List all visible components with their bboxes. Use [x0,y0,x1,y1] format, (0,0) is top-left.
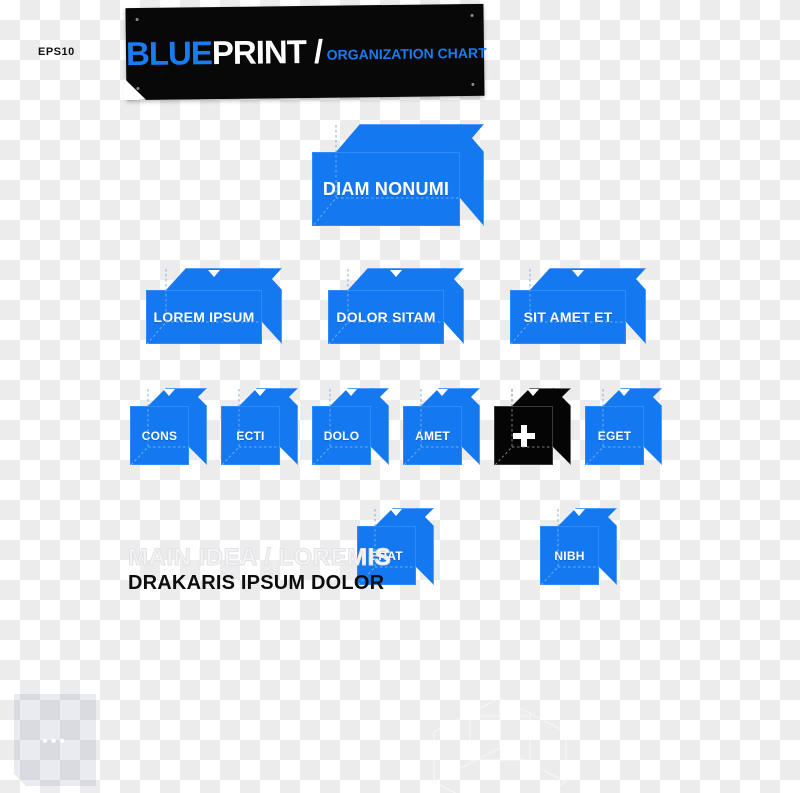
corner-dot-icon [471,82,475,86]
down-arrow-icon [208,270,220,277]
corner-dot-icon [135,18,139,22]
down-arrow-icon [436,389,448,396]
down-arrow-icon [345,389,357,396]
down-arrow-icon [390,270,402,277]
org-node-amet[interactable]: AMET [403,388,480,465]
org-node-cons[interactable]: CONS [130,388,207,465]
org-node-eget[interactable]: EGET [585,388,662,465]
plus-icon [512,424,535,447]
org-node-ecti[interactable]: ECTI [221,388,298,465]
node-label: AMET [415,428,450,443]
down-arrow-icon [618,389,630,396]
node-label: LOREM IPSUM [153,309,255,325]
caption-main: DRAKARIS IPSUM DOLOR [128,572,385,594]
node-label: DOLOR SITAM [336,309,436,325]
org-node-nibh[interactable]: NIBH [540,508,617,585]
org-node-sit-amet-et[interactable]: SIT AMET ET [510,268,646,344]
node-label: DOLO [323,428,360,443]
caption-ghost: MAIN IDEA / LOREMIS [127,544,392,572]
down-arrow-icon [573,509,585,516]
node-label: DIAM NONUMI [322,179,450,199]
down-arrow-icon [527,389,539,396]
org-node-dolo[interactable]: DOLO [312,388,389,465]
org-node-diam-nonumi[interactable]: DIAM NONUMI [312,124,484,226]
node-label: CONS [141,428,178,443]
eps10-label: EPS10 [38,46,75,58]
down-arrow-icon [390,509,402,516]
corner-dot-icon [136,87,140,91]
node-label: SIT AMET ET [523,309,613,325]
node-label: NIBH [554,548,585,563]
corner-dot-icon [470,13,474,17]
org-node-dolor-sitam[interactable]: DOLOR SITAM [328,268,464,344]
banner-title: BLUEPRINT / ORGANIZATION CHART [125,31,487,73]
title-white: PRINT / [211,32,323,72]
org-node-add[interactable]: + [494,388,571,465]
header-banner: BLUEPRINT / ORGANIZATION CHART [125,3,487,101]
node-label: EGET [597,428,632,443]
down-arrow-icon [572,270,584,277]
node-label: ECTI [236,428,265,443]
title-blue: BLUE [125,34,213,73]
canvas: EPS10 BLUEPRINT / ORGANIZATION CHART DIA… [0,0,800,793]
down-arrow-icon [254,389,266,396]
org-node-lorem-ipsum[interactable]: LOREM IPSUM [146,268,282,344]
watermark-placeholder: ••• [14,694,96,786]
down-arrow-icon [163,389,175,396]
watermark-hex-graphic [433,697,567,793]
banner-subtitle: ORGANIZATION CHART [326,44,487,63]
ellipsis-icon: ••• [42,733,68,751]
banner-plate: BLUEPRINT / ORGANIZATION CHART [125,3,487,101]
